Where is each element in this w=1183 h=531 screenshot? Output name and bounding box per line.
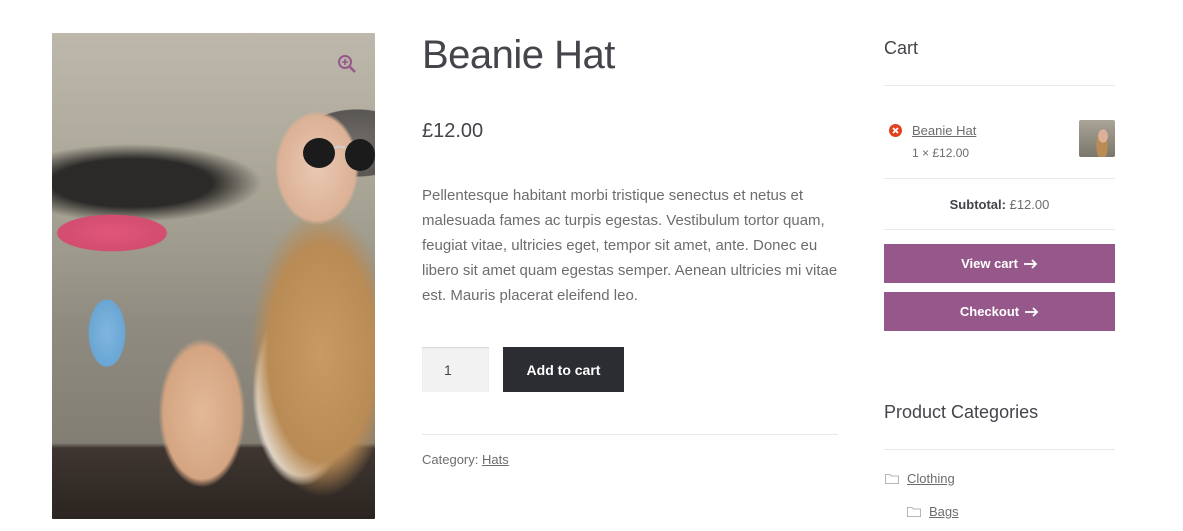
cart-item-thumbnail[interactable] (1079, 120, 1115, 157)
product-title: Beanie Hat (422, 33, 615, 77)
category-item-bags[interactable]: Bags (929, 504, 959, 519)
cart-widget-title: Cart (884, 38, 919, 58)
category-label: Category: (422, 452, 479, 467)
sunglasses-graphic (303, 138, 375, 171)
divider (884, 449, 1115, 450)
arrow-right-icon (1025, 306, 1039, 317)
zoom-icon[interactable] (337, 54, 357, 74)
cart-subtotal: Subtotal: £12.00 (884, 197, 1115, 212)
category-link-hats[interactable]: Hats (482, 452, 509, 467)
view-cart-label: View cart (961, 256, 1018, 271)
divider (884, 178, 1115, 179)
cart-item-link[interactable]: Beanie Hat (912, 123, 976, 138)
category-item-clothing[interactable]: Clothing (907, 471, 955, 486)
add-to-cart-button[interactable]: Add to cart (503, 347, 624, 392)
divider (884, 85, 1115, 86)
folder-icon (907, 507, 921, 517)
product-description: Pellentesque habitant morbi tristique se… (422, 187, 838, 304)
product-meta: Category: Hats (422, 452, 509, 467)
arrow-right-icon (1023, 258, 1038, 269)
product-image[interactable] (52, 33, 375, 519)
product-price: £12.00 (422, 120, 484, 142)
folder-icon (885, 474, 899, 484)
divider (884, 229, 1115, 230)
remove-item-icon[interactable] (889, 124, 902, 137)
divider (422, 434, 838, 435)
view-cart-button[interactable]: View cart (884, 244, 1115, 283)
checkout-button[interactable]: Checkout (884, 292, 1115, 331)
subtotal-label: Subtotal: (949, 197, 1006, 212)
checkout-label: Checkout (959, 304, 1020, 319)
cart-item-quantity: 1 × £12.00 (912, 146, 970, 160)
subtotal-value: £12.00 (1009, 197, 1050, 212)
quantity-input[interactable] (422, 347, 489, 392)
categories-widget-title: Product Categories (884, 402, 1039, 422)
